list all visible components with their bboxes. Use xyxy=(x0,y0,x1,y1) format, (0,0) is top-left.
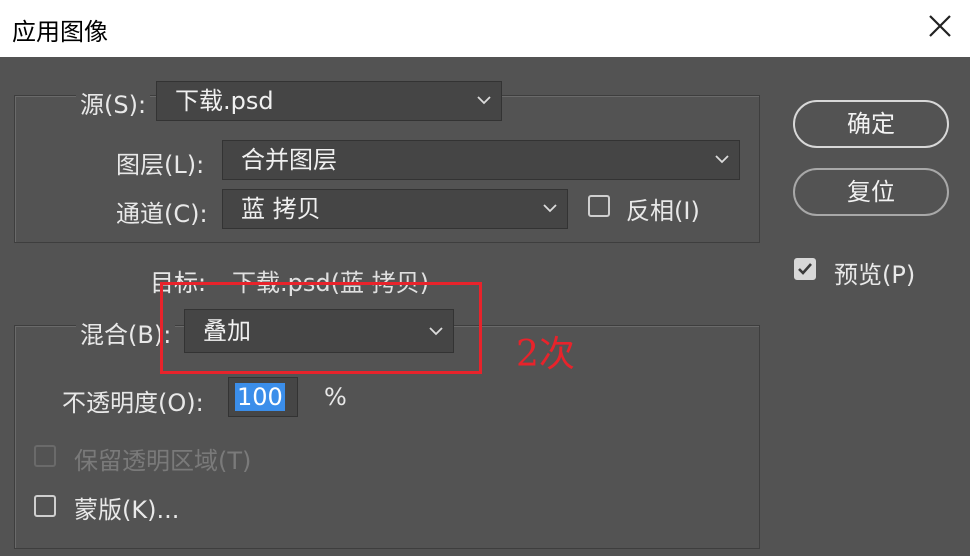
reset-button-label: 复位 xyxy=(847,178,895,206)
mask-checkbox[interactable] xyxy=(34,495,56,517)
layer-label: 图层(L): xyxy=(116,151,205,179)
preview-checkbox[interactable] xyxy=(794,258,816,280)
opacity-label: 不透明度(O): xyxy=(62,389,204,417)
ok-button-label: 确定 xyxy=(847,110,895,138)
preview-label: 预览(P) xyxy=(834,261,916,289)
ok-button[interactable]: 确定 xyxy=(793,100,949,148)
channel-label: 通道(C): xyxy=(116,200,208,228)
close-icon[interactable] xyxy=(924,10,956,42)
chevron-down-icon xyxy=(477,96,491,105)
window-title: 应用图像 xyxy=(12,18,108,46)
invert-checkbox[interactable] xyxy=(588,195,610,217)
channel-select[interactable]: 蓝 拷贝 xyxy=(222,189,568,229)
reset-button[interactable]: 复位 xyxy=(793,168,949,216)
source-select[interactable]: 下载.psd xyxy=(156,81,502,121)
annotation-highlight-box xyxy=(160,282,482,374)
opacity-value: 100 xyxy=(235,383,285,411)
source-label: 源(S): xyxy=(76,85,151,120)
opacity-input[interactable]: 100 xyxy=(228,377,298,417)
source-value: 下载.psd xyxy=(175,87,274,115)
dialog-body: 源(S): 下载.psd 图层(L): 合并图层 通道(C): 蓝 拷贝 反相(… xyxy=(0,57,970,556)
checkmark-icon xyxy=(798,263,812,275)
invert-label: 反相(I) xyxy=(626,197,700,225)
layer-select[interactable]: 合并图层 xyxy=(222,140,740,180)
preserve-transparency-checkbox[interactable] xyxy=(34,445,56,467)
channel-value: 蓝 拷贝 xyxy=(241,195,321,223)
chevron-down-icon xyxy=(543,204,557,213)
title-bar: 应用图像 xyxy=(0,0,970,57)
opacity-unit: % xyxy=(324,383,347,411)
mask-label: 蒙版(K)... xyxy=(74,496,180,524)
chevron-down-icon xyxy=(715,155,729,164)
annotation-text: 2次 xyxy=(516,334,575,375)
layer-value: 合并图层 xyxy=(241,146,337,174)
preserve-transparency-label: 保留透明区域(T) xyxy=(74,447,252,475)
